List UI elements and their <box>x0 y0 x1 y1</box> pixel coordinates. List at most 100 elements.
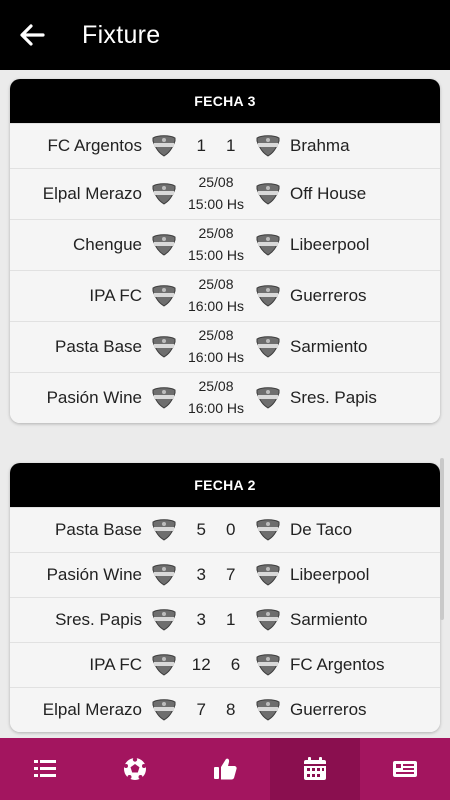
home-team: Chengue <box>72 235 142 254</box>
home-team: Pasión Wine <box>46 565 142 584</box>
away-score: 0 <box>226 519 236 539</box>
match-schedule: 25/08 16:00 Hs <box>186 274 246 317</box>
calendar-icon <box>304 757 326 780</box>
away-team: Guerreros <box>290 700 367 719</box>
away-crest-icon <box>246 183 290 205</box>
away-crest-icon <box>246 654 290 676</box>
away-team: Sres. Papis <box>290 388 377 407</box>
away-team: Sarmiento <box>290 610 368 629</box>
home-score: 12 <box>191 654 211 674</box>
fixture-list[interactable]: FECHA 3 FC Argentos 1 1 Brahma Elpal Mer… <box>0 70 450 738</box>
home-team: Pasión Wine <box>46 388 142 407</box>
home-crest-icon <box>142 564 186 586</box>
match-score: 3 1 <box>186 607 246 633</box>
home-crest-icon <box>142 135 186 157</box>
match-score: 5 0 <box>186 517 246 543</box>
home-team: Elpal Merazo <box>42 184 142 203</box>
away-team: Off House <box>290 184 367 203</box>
match-row[interactable]: Elpal Merazo 7 8 Guerreros <box>10 687 440 732</box>
home-team: Sres. Papis <box>55 610 142 629</box>
match-row[interactable]: Pasta Base 25/08 16:00 Hs Sarmiento <box>10 321 440 372</box>
match-schedule: 25/08 15:00 Hs <box>186 172 246 215</box>
match-row[interactable]: Sres. Papis 3 1 Sarmiento <box>10 597 440 642</box>
away-team: Guerreros <box>290 286 367 305</box>
away-score: 6 <box>230 654 241 674</box>
home-team: IPA FC <box>89 655 142 674</box>
match-schedule: 25/08 15:00 Hs <box>186 223 246 266</box>
bottom-nav <box>0 738 450 800</box>
app-bar: Fixture <box>0 0 450 70</box>
home-score: 5 <box>196 519 206 539</box>
match-date: 25/08 <box>198 327 234 344</box>
away-crest-icon <box>246 234 290 256</box>
match-row[interactable]: Pasta Base 5 0 De Taco <box>10 507 440 552</box>
match-row[interactable]: Chengue 25/08 15:00 Hs Libeerpool <box>10 219 440 270</box>
round-title: FECHA 2 <box>10 463 440 507</box>
away-crest-icon <box>246 699 290 721</box>
home-team: IPA FC <box>89 286 142 305</box>
away-crest-icon <box>246 336 290 358</box>
back-button[interactable] <box>0 0 64 70</box>
home-crest-icon <box>142 234 186 256</box>
page-title: Fixture <box>82 20 161 49</box>
away-score: 1 <box>226 609 236 629</box>
away-crest-icon <box>246 135 290 157</box>
home-crest-icon <box>142 336 186 358</box>
home-score: 7 <box>196 699 206 719</box>
match-time: 15:00 Hs <box>187 247 245 263</box>
home-team: FC Argentos <box>47 136 143 155</box>
away-team: FC Argentos <box>290 655 385 674</box>
nav-teams[interactable] <box>90 738 180 800</box>
away-team: Brahma <box>290 136 350 155</box>
away-team: Libeerpool <box>290 235 370 254</box>
match-score: 12 6 <box>186 652 246 678</box>
home-score: 3 <box>196 564 206 584</box>
away-team: Sarmiento <box>290 337 368 356</box>
match-time: 15:00 Hs <box>187 196 245 212</box>
away-crest-icon <box>246 564 290 586</box>
ticket-icon <box>393 761 417 777</box>
round-card: FECHA 3 FC Argentos 1 1 Brahma Elpal Mer… <box>10 79 440 423</box>
home-score: 1 <box>196 135 206 155</box>
nav-likes[interactable] <box>180 738 270 800</box>
nav-news[interactable] <box>360 738 450 800</box>
nav-standings[interactable] <box>0 738 90 800</box>
away-crest-icon <box>246 609 290 631</box>
home-team: Pasta Base <box>55 520 142 539</box>
round-title: FECHA 3 <box>10 79 440 123</box>
away-crest-icon <box>246 285 290 307</box>
match-date: 25/08 <box>198 378 234 395</box>
home-crest-icon <box>142 609 186 631</box>
scrollbar[interactable] <box>440 458 444 620</box>
away-team: De Taco <box>290 520 353 539</box>
match-schedule: 25/08 16:00 Hs <box>186 325 246 368</box>
away-score: 1 <box>226 135 236 155</box>
match-time: 16:00 Hs <box>187 298 245 314</box>
round-card: FECHA 2 Pasta Base 5 0 De Taco Pasión Wi… <box>10 463 440 732</box>
match-row[interactable]: IPA FC 25/08 16:00 Hs Guerreros <box>10 270 440 321</box>
match-score: 3 7 <box>186 562 246 588</box>
soccer-ball-icon <box>124 757 146 780</box>
nav-fixture[interactable] <box>270 738 360 800</box>
match-time: 16:00 Hs <box>187 400 245 416</box>
away-team: Libeerpool <box>290 565 370 584</box>
back-arrow-icon <box>20 24 45 46</box>
match-schedule: 25/08 16:00 Hs <box>186 376 246 419</box>
home-crest-icon <box>142 699 186 721</box>
match-row[interactable]: IPA FC 12 6 FC Argentos <box>10 642 440 687</box>
away-score: 8 <box>226 699 236 719</box>
match-row[interactable]: Pasión Wine 3 7 Libeerpool <box>10 552 440 597</box>
home-crest-icon <box>142 387 186 409</box>
match-row[interactable]: Pasión Wine 25/08 16:00 Hs Sres. Papis <box>10 372 440 423</box>
match-row[interactable]: FC Argentos 1 1 Brahma <box>10 123 440 168</box>
away-crest-icon <box>246 519 290 541</box>
match-date: 25/08 <box>198 174 234 191</box>
match-date: 25/08 <box>198 276 234 293</box>
home-crest-icon <box>142 285 186 307</box>
home-team: Elpal Merazo <box>42 700 142 719</box>
match-score: 7 8 <box>186 697 246 723</box>
match-score: 1 1 <box>186 133 246 159</box>
home-team: Pasta Base <box>55 337 142 356</box>
match-row[interactable]: Elpal Merazo 25/08 15:00 Hs Off House <box>10 168 440 219</box>
home-crest-icon <box>142 519 186 541</box>
